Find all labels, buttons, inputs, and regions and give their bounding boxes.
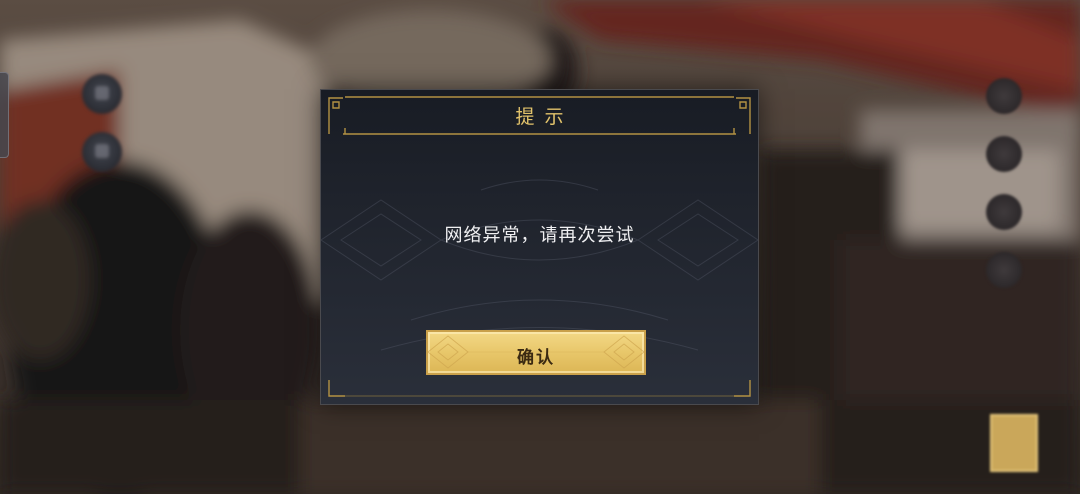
menu-button-2[interactable] xyxy=(82,132,122,172)
side-button-2[interactable] xyxy=(986,136,1022,172)
dialog-message: 网络异常，请再次尝试 xyxy=(444,225,635,246)
side-drawer-handle[interactable] xyxy=(0,72,9,158)
dialog-title: 提示 xyxy=(515,106,574,128)
side-button-1[interactable] xyxy=(986,78,1022,114)
menu-button-1[interactable] xyxy=(82,74,122,114)
side-button-4[interactable] xyxy=(986,252,1022,288)
side-button-3[interactable] xyxy=(986,194,1022,230)
alert-dialog: 提示 网络异常，请再次尝试 确认 xyxy=(320,89,759,405)
corner-card-button[interactable] xyxy=(990,414,1038,472)
game-screen: 提示 网络异常，请再次尝试 确认 xyxy=(0,0,1080,494)
confirm-button-label: 确认 xyxy=(517,348,555,368)
confirm-button[interactable]: 确认 xyxy=(426,330,646,375)
